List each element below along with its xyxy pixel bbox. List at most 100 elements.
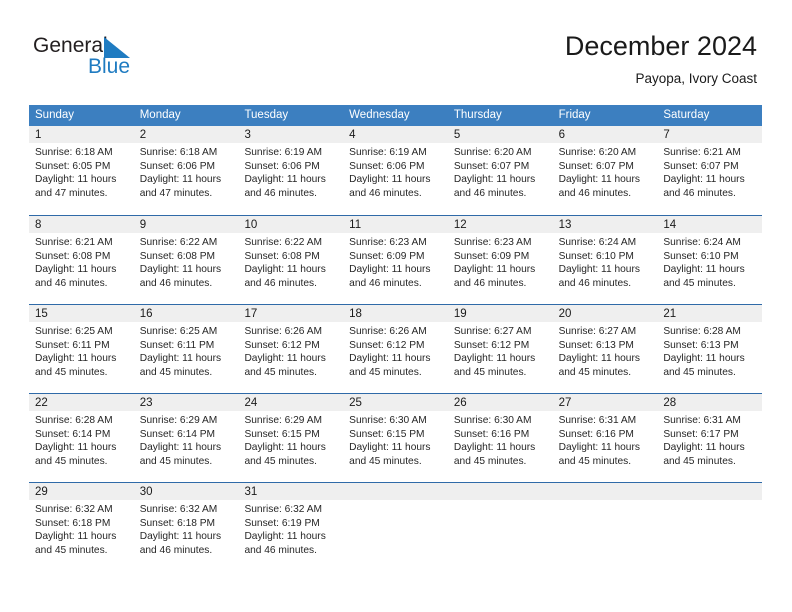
sunset-time: Sunset: 6:16 PM [558,428,634,440]
sunset-time: Sunset: 6:07 PM [663,160,739,172]
sunset-time: Sunset: 6:08 PM [139,250,216,262]
sunrise-time: Sunrise: 6:29 AM [244,415,323,426]
daylight-duration-line2: and 46 minutes. [558,187,632,199]
sunset-time: Sunset: 6:12 PM [349,339,425,351]
calendar-day-cell[interactable]: 2 Sunrise: 6:18 AM Sunset: 6:06 PM Daylight… [134,126,239,215]
calendar-day-cell[interactable]: 19 Sunrise: 6:27 AM Sunset: 6:12 PM Dayligh… [448,305,553,393]
day-details: Sunrise: 6:32 AM Sunset: 6:18 PM Daylight:… [140,503,239,557]
calendar-day-cell[interactable]: 7 Sunrise: 6:21 AM Sunset: 6:07 PM Daylight… [657,126,762,215]
calendar-day-cell[interactable]: 20 Sunrise: 6:27 AM Sunset: 6:13 PM Dayligh… [553,305,658,393]
calendar-day-cell-empty [553,483,658,571]
sunrise-time: Sunrise: 6:31 AM [558,415,637,426]
day-number: 7 [663,129,670,141]
calendar-day-cell-empty [448,483,553,571]
daylight-duration-line2: and 46 minutes. [349,187,422,199]
daylight-duration-line1: Daylight: 11 hours [244,442,326,454]
day-number: 13 [558,219,572,231]
sunrise-time: Sunrise: 6:25 AM [35,326,113,337]
daylight-duration-line1: Daylight: 11 hours [558,353,640,365]
sunset-time: Sunset: 6:06 PM [139,160,216,172]
daylight-duration-line2: and 46 minutes. [453,187,527,199]
sunrise-time: Sunrise: 6:18 AM [139,147,218,158]
day-details: Sunrise: 6:24 AM Sunset: 6:10 PM Daylight:… [663,236,762,290]
calendar-day-cell[interactable]: 3 Sunrise: 6:19 AM Sunset: 6:06 PM Daylight… [238,126,343,215]
calendar-day-cell[interactable]: 29 Sunrise: 6:32 AM Sunset: 6:18 PM Dayligh… [29,483,134,571]
sunrise-time: Sunrise: 6:19 AM [349,147,427,158]
calendar-day-cell[interactable]: 17 Sunrise: 6:26 AM Sunset: 6:12 PM Dayligh… [238,305,343,393]
sunset-time: Sunset: 6:07 PM [453,160,530,172]
calendar-day-cell[interactable]: 13 Sunrise: 6:24 AM Sunset: 6:10 PM Dayligh… [553,216,658,304]
calendar-day-cell[interactable]: 12 Sunrise: 6:23 AM Sunset: 6:09 PM Dayligh… [448,216,553,304]
day-details: Sunrise: 6:29 AM Sunset: 6:14 PM Daylight:… [140,414,239,468]
sunset-time: Sunset: 6:13 PM [558,339,634,351]
calendar-day-cell[interactable]: 22 Sunrise: 6:28 AM Sunset: 6:14 PM Dayligh… [29,394,134,482]
weekday-header-saturday: Saturday [663,109,710,121]
daylight-duration-line1: Daylight: 11 hours [35,264,117,276]
day-number: 15 [35,308,48,320]
weekday-header-wednesday: Wednesday [349,109,410,121]
daylight-duration-line1: Daylight: 11 hours [349,353,431,365]
calendar-day-cell[interactable]: 6 Sunrise: 6:20 AM Sunset: 6:07 PM Daylight… [553,126,658,215]
calendar-day-cell[interactable]: 4 Sunrise: 6:19 AM Sunset: 6:06 PM Daylight… [343,126,448,215]
day-details: Sunrise: 6:32 AM Sunset: 6:19 PM Daylight:… [244,503,343,557]
sunset-time: Sunset: 6:08 PM [244,250,320,262]
calendar-day-cell[interactable]: 27 Sunrise: 6:31 AM Sunset: 6:16 PM Dayligh… [553,394,658,482]
day-details: Sunrise: 6:30 AM Sunset: 6:16 PM Daylight:… [454,414,553,468]
daylight-duration-line1: Daylight: 11 hours [558,264,640,276]
sunset-time: Sunset: 6:07 PM [558,160,634,172]
brand-logo[interactable]: General Blue [33,35,233,85]
sunrise-time: Sunrise: 6:23 AM [349,237,427,248]
day-number: 21 [663,308,677,320]
calendar-day-cell[interactable]: 8 Sunrise: 6:21 AM Sunset: 6:08 PM Daylight… [29,216,134,304]
calendar-day-cell[interactable]: 9 Sunrise: 6:22 AM Sunset: 6:08 PM Daylight… [134,216,239,304]
day-details: Sunrise: 6:26 AM Sunset: 6:12 PM Daylight:… [349,325,448,379]
daylight-duration-line2: and 47 minutes. [139,187,213,199]
calendar-day-cell[interactable]: 1 Sunrise: 6:18 AM Sunset: 6:05 PM Daylight… [29,126,134,215]
day-details: Sunrise: 6:25 AM Sunset: 6:11 PM Daylight:… [140,325,239,379]
calendar-day-cell[interactable]: 14 Sunrise: 6:24 AM Sunset: 6:10 PM Dayligh… [657,216,762,304]
daylight-duration-line1: Daylight: 11 hours [558,174,640,186]
daylight-duration-line1: Daylight: 11 hours [35,353,117,365]
calendar-day-cell[interactable]: 21 Sunrise: 6:28 AM Sunset: 6:13 PM Dayligh… [657,305,762,393]
calendar-day-cell[interactable]: 5 Sunrise: 6:20 AM Sunset: 6:07 PM Daylight… [448,126,553,215]
calendar-day-cell[interactable]: 25 Sunrise: 6:30 AM Sunset: 6:15 PM Dayligh… [343,394,448,482]
calendar-day-cell[interactable]: 15 Sunrise: 6:25 AM Sunset: 6:11 PM Dayligh… [29,305,134,393]
calendar-day-cell[interactable]: 26 Sunrise: 6:30 AM Sunset: 6:16 PM Dayligh… [448,394,553,482]
daylight-duration-line2: and 45 minutes. [244,455,317,467]
sunset-time: Sunset: 6:05 PM [35,160,111,172]
day-details: Sunrise: 6:18 AM Sunset: 6:06 PM Daylight:… [140,146,239,200]
daylight-duration-line2: and 45 minutes. [349,455,422,467]
day-details: Sunrise: 6:28 AM Sunset: 6:13 PM Daylight:… [663,325,762,379]
day-number: 3 [244,129,251,141]
brand-name-blue: Blue [88,55,131,78]
sunrise-time: Sunrise: 6:28 AM [35,415,113,426]
sunrise-time: Sunrise: 6:22 AM [139,237,218,248]
calendar-day-cell[interactable]: 31 Sunrise: 6:32 AM Sunset: 6:19 PM Dayligh… [238,483,343,571]
calendar-day-cell[interactable]: 10 Sunrise: 6:22 AM Sunset: 6:08 PM Dayligh… [238,216,343,304]
day-details: Sunrise: 6:21 AM Sunset: 6:07 PM Daylight:… [663,146,762,200]
daylight-duration-line2: and 46 minutes. [663,187,736,199]
calendar-day-cell[interactable]: 30 Sunrise: 6:32 AM Sunset: 6:18 PM Dayligh… [134,483,239,571]
daylight-duration-line2: and 45 minutes. [453,366,527,378]
day-details: Sunrise: 6:22 AM Sunset: 6:08 PM Daylight:… [140,236,239,290]
daylight-duration-line2: and 46 minutes. [139,277,213,289]
sunset-time: Sunset: 6:18 PM [139,517,216,529]
calendar-day-cell[interactable]: 28 Sunrise: 6:31 AM Sunset: 6:17 PM Dayligh… [657,394,762,482]
calendar-day-cell[interactable]: 23 Sunrise: 6:29 AM Sunset: 6:14 PM Dayligh… [134,394,239,482]
daylight-duration-line2: and 45 minutes. [139,455,213,467]
sunset-time: Sunset: 6:09 PM [349,250,425,262]
day-number: 2 [139,129,147,141]
sunrise-time: Sunrise: 6:26 AM [244,326,323,337]
day-details: Sunrise: 6:23 AM Sunset: 6:09 PM Daylight:… [454,236,553,290]
sunset-time: Sunset: 6:17 PM [663,428,739,440]
calendar-day-cell[interactable]: 16 Sunrise: 6:25 AM Sunset: 6:11 PM Dayligh… [134,305,239,393]
calendar-day-cell[interactable]: 24 Sunrise: 6:29 AM Sunset: 6:15 PM Dayligh… [238,394,343,482]
daylight-duration-line1: Daylight: 11 hours [453,174,536,186]
daylight-duration-line2: and 46 minutes. [349,277,422,289]
daylight-duration-line1: Daylight: 11 hours [349,264,431,276]
sunrise-time: Sunrise: 6:24 AM [663,237,741,248]
calendar-day-cell[interactable]: 11 Sunrise: 6:23 AM Sunset: 6:09 PM Dayligh… [343,216,448,304]
calendar-day-cell[interactable]: 18 Sunrise: 6:26 AM Sunset: 6:12 PM Dayligh… [343,305,448,393]
daylight-duration-line1: Daylight: 11 hours [453,442,536,454]
daylight-duration-line1: Daylight: 11 hours [139,264,222,276]
